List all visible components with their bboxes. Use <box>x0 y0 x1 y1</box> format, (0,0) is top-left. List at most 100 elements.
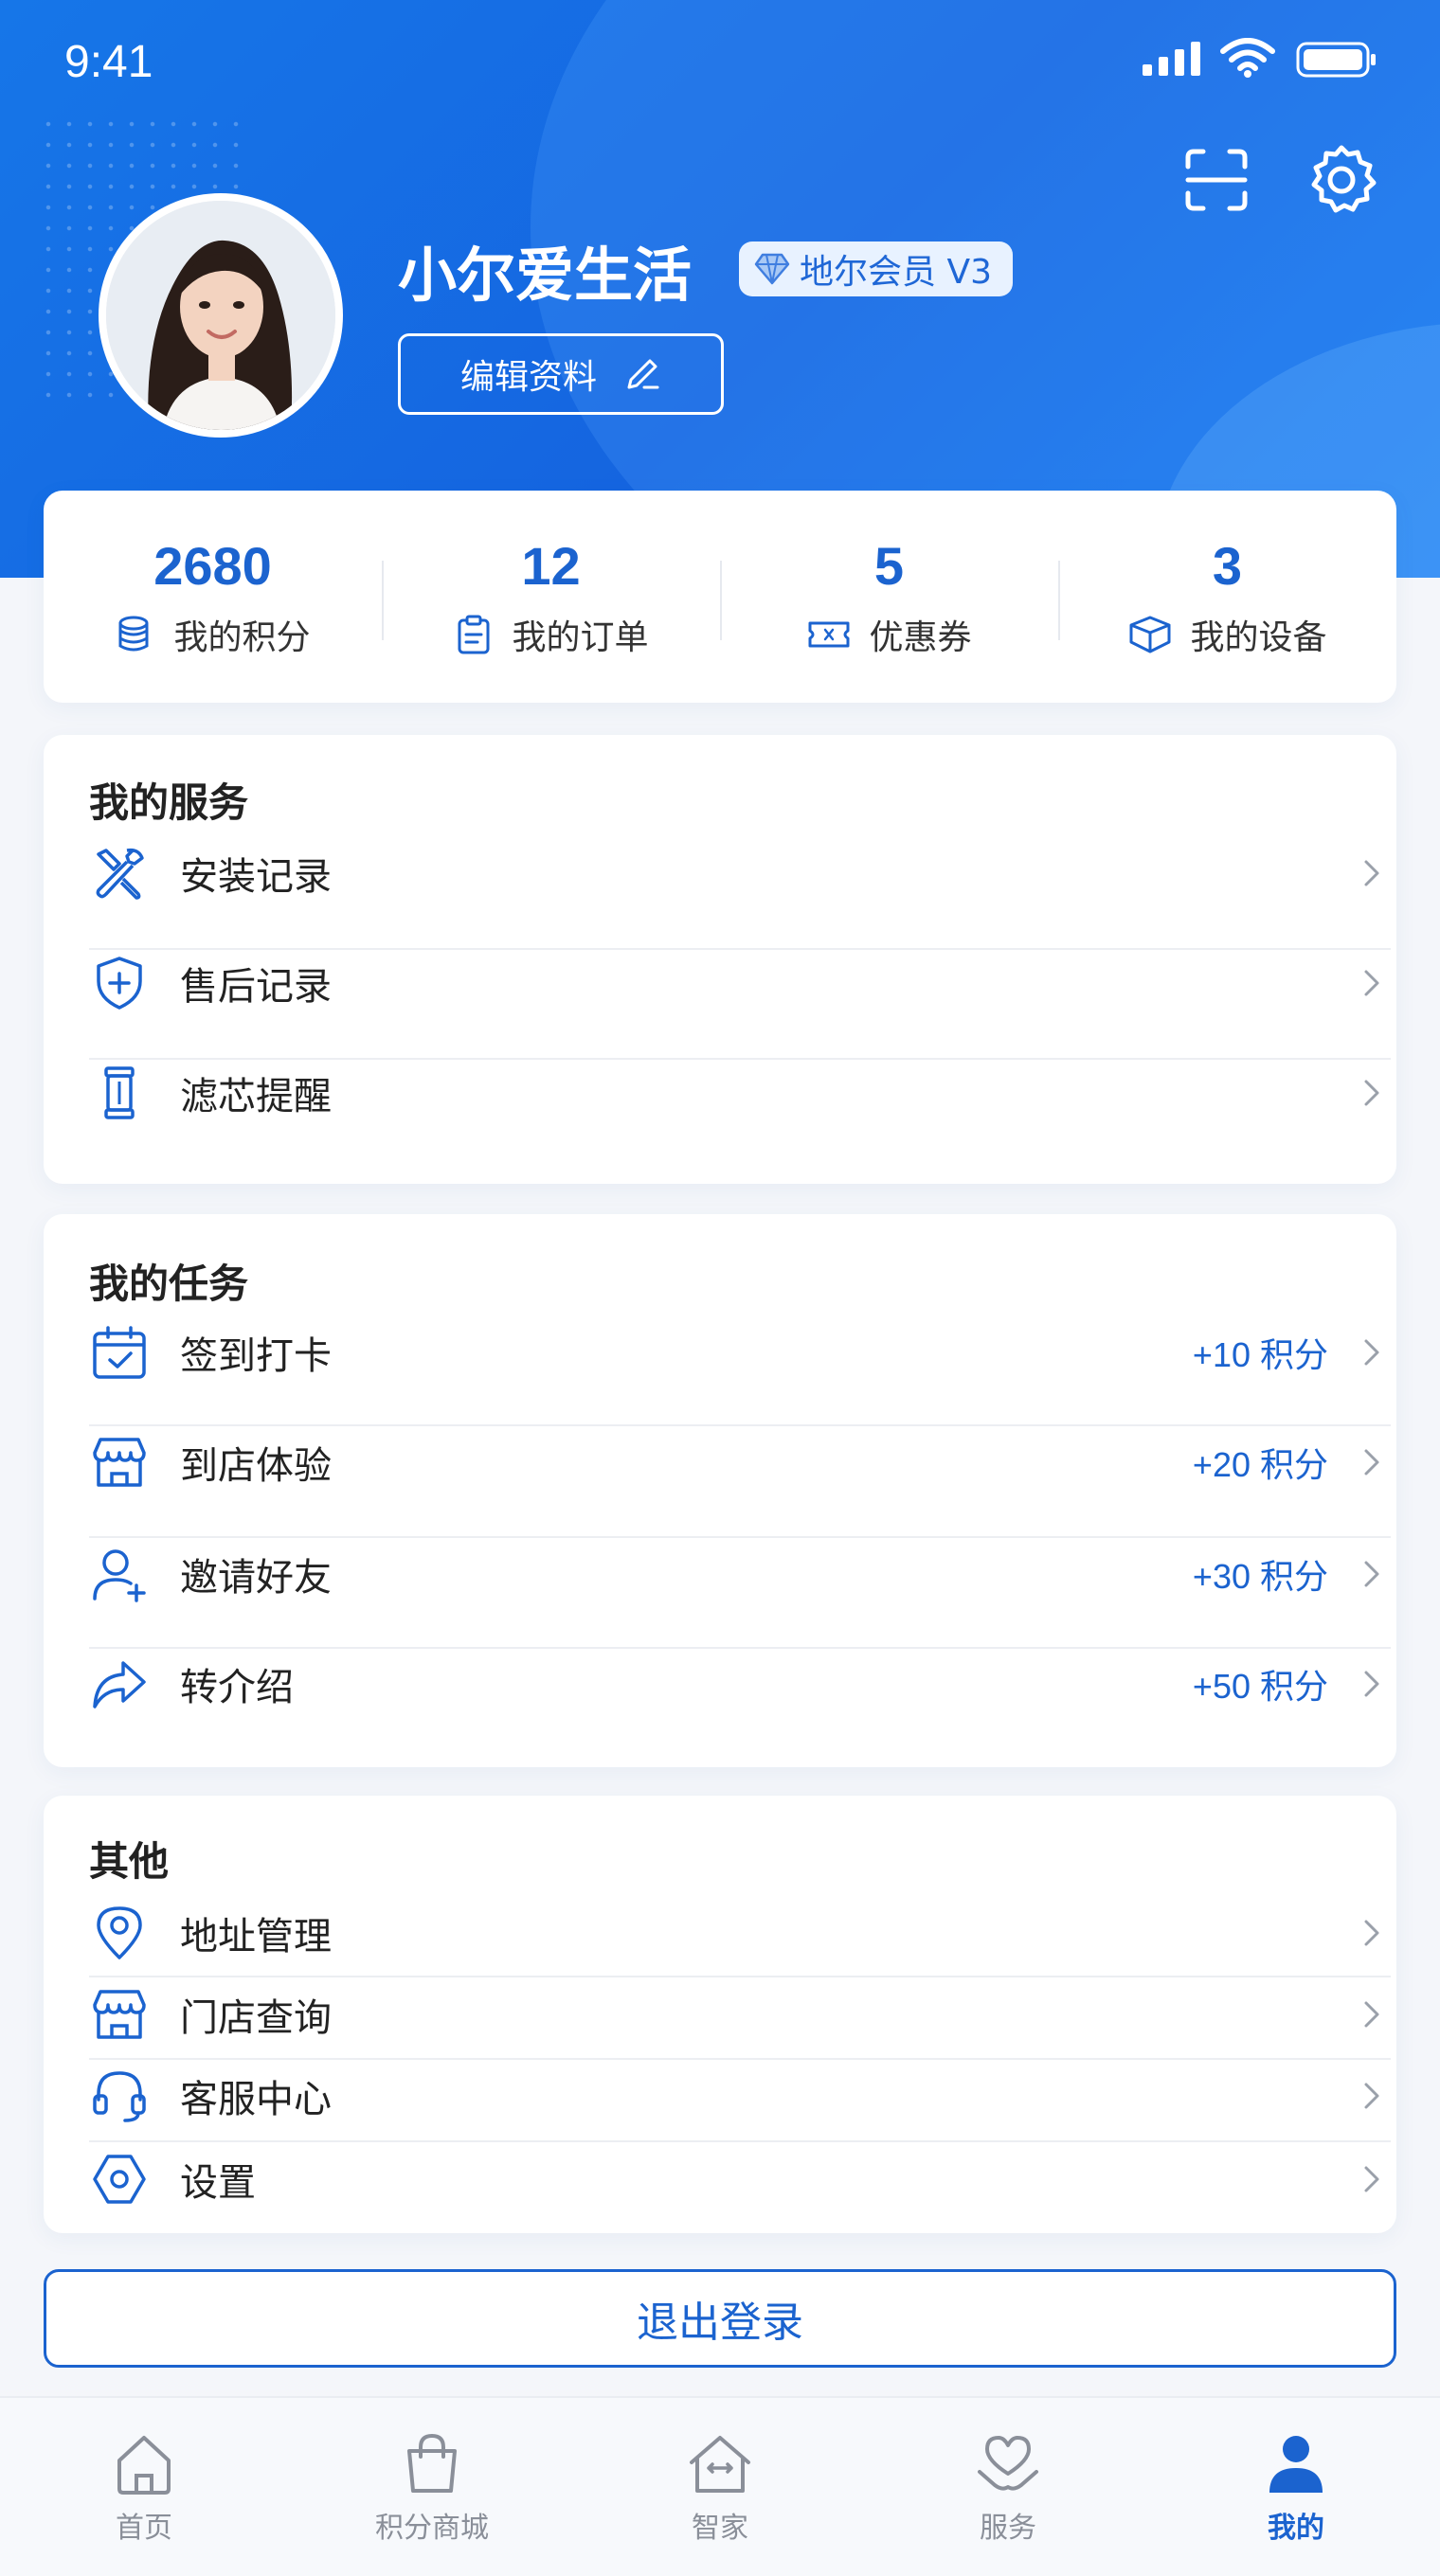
tab-label: 我的 <box>1268 2512 1324 2545</box>
service-row-install[interactable]: 安装记录 <box>89 833 1391 913</box>
clipboard-icon <box>458 615 490 653</box>
task-row-invite[interactable]: 邀请好友 +30 积分 <box>89 1534 1391 1614</box>
reward-points: +50 积分 <box>1192 1667 1328 1706</box>
reward-points: +20 积分 <box>1192 1445 1328 1484</box>
store-icon <box>93 1438 146 1487</box>
chevron-right-icon <box>1364 970 1379 996</box>
status-time: 9:41 <box>64 37 153 87</box>
edit-profile-button[interactable]: 编辑资料 <box>398 333 724 415</box>
user-icon <box>1269 2436 1323 2493</box>
logout-button[interactable]: 退出登录 <box>44 2269 1396 2368</box>
scan-button[interactable] <box>1179 142 1254 218</box>
other-row-settings[interactable]: 设置 <box>89 2144 1391 2214</box>
service-row-filter[interactable]: 滤芯提醒 <box>89 1053 1391 1133</box>
stat-devices[interactable]: 3 我的设备 <box>1058 491 1396 703</box>
section-title-services: 我的服务 <box>89 779 249 826</box>
stat-value: 5 <box>873 535 905 596</box>
task-row-checkin[interactable]: 签到打卡 +10 积分 <box>89 1313 1391 1392</box>
row-label: 签到打卡 <box>180 1334 332 1378</box>
tab-home[interactable]: 首页 <box>0 2398 288 2576</box>
ticket-icon <box>808 621 850 647</box>
other-row-address[interactable]: 地址管理 <box>89 1898 1391 1968</box>
row-label: 设置 <box>180 2161 256 2205</box>
chevron-right-icon <box>1364 1561 1379 1587</box>
stat-label: 我的设备 <box>1190 617 1327 657</box>
tab-mine[interactable]: 我的 <box>1152 2398 1440 2576</box>
row-label: 滤芯提醒 <box>180 1075 332 1118</box>
tab-smart-home[interactable]: 智家 <box>576 2398 864 2576</box>
username: 小尔爱生活 <box>398 241 693 310</box>
tab-bar: 首页 积分商城 智家 服务 我的 <box>0 2396 1440 2576</box>
tab-points-mall[interactable]: 积分商城 <box>288 2398 576 2576</box>
chevron-right-icon <box>1364 2166 1379 2192</box>
shopping-bag-icon <box>407 2433 457 2493</box>
divider <box>89 2058 1391 2060</box>
section-title-other: 其他 <box>89 1838 170 1885</box>
other-row-stores[interactable]: 门店查询 <box>89 1979 1391 2049</box>
row-label: 售后记录 <box>180 965 332 1009</box>
stat-label: 我的积分 <box>173 617 311 657</box>
chevron-right-icon <box>1364 860 1379 886</box>
stat-label: 优惠券 <box>869 617 972 657</box>
reward-points: +30 积分 <box>1192 1557 1328 1596</box>
edit-profile-label: 编辑资料 <box>459 358 597 397</box>
cellular-signal-icon <box>1143 42 1200 76</box>
scan-icon <box>1185 149 1248 211</box>
chevron-right-icon <box>1364 2001 1379 2028</box>
smart-home-icon <box>690 2436 750 2493</box>
tab-label: 智家 <box>692 2512 748 2545</box>
member-badge[interactable]: 地尔会员 V3 <box>739 242 1013 296</box>
share-arrow-icon <box>93 1661 146 1708</box>
tab-service[interactable]: 服务 <box>864 2398 1152 2576</box>
tasks-card: 我的任务 签到打卡 +10 积分 到店体验 +20 积分 邀请好友 +30 积分… <box>44 1214 1396 1767</box>
services-card: 我的服务 安装记录 售后记录 滤芯提醒 <box>44 735 1396 1184</box>
task-row-referral[interactable]: 转介绍 +50 积分 <box>89 1644 1391 1724</box>
row-label: 安装记录 <box>180 855 332 899</box>
user-add-icon <box>93 1549 146 1602</box>
chevron-right-icon <box>1364 2083 1379 2109</box>
stat-orders[interactable]: 12 我的订单 <box>382 491 720 703</box>
chevron-right-icon <box>1364 1671 1379 1697</box>
tab-label: 首页 <box>116 2512 172 2545</box>
member-badge-label: 地尔会员 V3 <box>800 253 992 292</box>
gear-icon <box>1311 145 1377 213</box>
status-bar: 9:41 <box>0 0 1440 123</box>
stat-value: 2680 <box>153 535 272 596</box>
task-row-store-visit[interactable]: 到店体验 +20 积分 <box>89 1422 1391 1502</box>
store-icon <box>93 1990 146 2039</box>
settings-button[interactable] <box>1304 142 1379 218</box>
stat-value: 3 <box>1212 535 1243 596</box>
chevron-right-icon <box>1364 1080 1379 1106</box>
other-row-support[interactable]: 客服中心 <box>89 2061 1391 2131</box>
diamond-icon <box>754 253 790 285</box>
tab-label: 积分商城 <box>375 2512 489 2545</box>
chevron-right-icon <box>1364 1339 1379 1366</box>
stat-value: 12 <box>521 535 581 596</box>
avatar-portrait-icon <box>106 201 335 430</box>
stats-card: 2680 我的积分 12 我的订单 5 优惠券 3 我的设备 <box>44 491 1396 703</box>
chevron-right-icon <box>1364 1449 1379 1476</box>
divider <box>89 2140 1391 2142</box>
row-label: 地址管理 <box>180 1915 332 1959</box>
service-row-aftersales[interactable]: 售后记录 <box>89 943 1391 1023</box>
chevron-right-icon <box>1364 1920 1379 1946</box>
filter-cartridge-icon <box>104 1066 135 1119</box>
row-label: 客服中心 <box>180 2078 332 2121</box>
other-card: 其他 地址管理 门店查询 客服中心 设置 <box>44 1796 1396 2233</box>
stat-points[interactable]: 2680 我的积分 <box>44 491 382 703</box>
location-pin-icon <box>97 1906 142 1959</box>
tools-icon <box>96 848 144 900</box>
reward-points: +10 积分 <box>1192 1335 1328 1374</box>
tab-label: 服务 <box>980 2512 1036 2545</box>
device-box-icon <box>1129 616 1171 653</box>
stat-label: 我的订单 <box>512 617 649 657</box>
section-title-tasks: 我的任务 <box>89 1261 249 1307</box>
battery-icon <box>1296 42 1376 78</box>
row-label: 转介绍 <box>180 1666 294 1709</box>
wifi-icon <box>1220 38 1275 78</box>
row-label: 门店查询 <box>180 1996 332 2040</box>
stat-coupons[interactable]: 5 优惠券 <box>720 491 1058 703</box>
avatar[interactable] <box>99 193 343 438</box>
pencil-icon <box>627 359 659 389</box>
headset-icon <box>93 2071 146 2122</box>
